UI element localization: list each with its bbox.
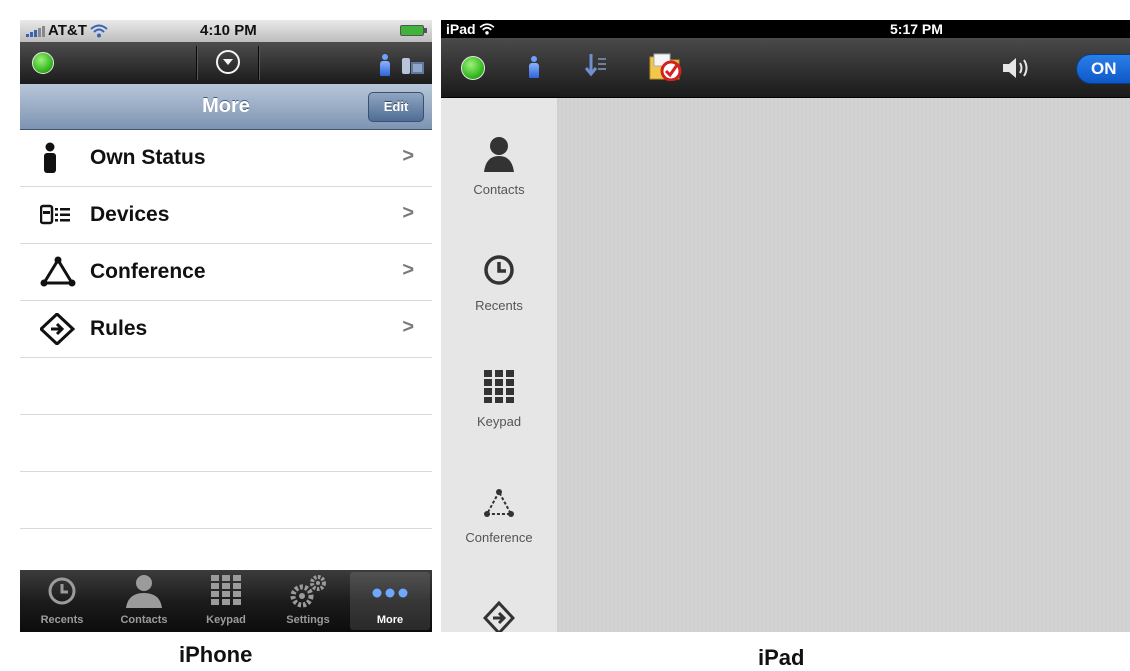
conference-icon [40, 256, 76, 287]
online-status-icon[interactable] [32, 52, 54, 74]
person-icon [44, 142, 56, 173]
tab-recents[interactable]: Recents [22, 572, 102, 630]
rules-icon [483, 600, 515, 632]
sidebar-item-conference[interactable]: Conference [441, 456, 557, 566]
menu-item-conference[interactable]: Conference > [20, 244, 432, 301]
chevron-right-icon: > [402, 145, 414, 167]
iphone-tab-bar: Recents Contacts Keypad Settings More [20, 570, 432, 632]
chevron-right-icon: > [402, 316, 414, 338]
tab-label: Recents [40, 614, 84, 626]
sidebar-item-keypad[interactable]: Keypad [441, 340, 557, 450]
rules-icon [40, 313, 76, 345]
dropdown-arrow-icon[interactable] [216, 50, 240, 74]
toolbar-divider [258, 46, 259, 80]
tab-keypad[interactable]: Keypad [186, 572, 266, 630]
tab-label: Keypad [206, 614, 246, 626]
person-icon [484, 137, 514, 172]
wifi-icon [90, 24, 108, 37]
iphone-screen: AT&T 4:10 PM More Edit Own Status > Devi… [20, 20, 432, 632]
online-status-icon[interactable] [461, 56, 485, 80]
devices-icon [40, 204, 70, 225]
person-icon [126, 575, 162, 608]
menu-item-label: Own Status [90, 146, 206, 169]
iphone-toolbar [20, 42, 432, 84]
wifi-icon [480, 23, 495, 35]
ipad-status-bar: iPad 5:17 PM [441, 20, 1130, 38]
clock-icon [484, 255, 514, 285]
ipad-sidebar: Contacts Recents Keypad Conference [441, 98, 557, 632]
sidebar-item-label: Recents [475, 298, 523, 313]
speaker-icon[interactable] [1001, 56, 1031, 80]
menu-item-label: Conference [90, 260, 206, 283]
ipad-caption: iPad [758, 645, 805, 670]
status-time: 4:10 PM [200, 22, 257, 39]
clock-icon [48, 577, 76, 605]
chevron-right-icon: > [402, 259, 414, 281]
empty-row [20, 529, 432, 570]
tab-label: More [376, 614, 404, 626]
iphone-status-bar: AT&T 4:10 PM [20, 20, 432, 42]
toolbar-divider [196, 46, 197, 80]
more-dots-icon [372, 588, 408, 598]
gears-icon [290, 575, 326, 608]
signal-icon [26, 25, 45, 37]
menu-item-rules[interactable]: Rules > [20, 301, 432, 358]
sidebar-item-recents[interactable]: Recents [441, 224, 557, 334]
contact-person-icon[interactable] [529, 56, 539, 78]
desk-phone-icon[interactable] [402, 56, 424, 74]
status-time: 5:17 PM [890, 21, 943, 37]
tab-more[interactable]: More [350, 572, 430, 630]
menu-item-own-status[interactable]: Own Status > [20, 130, 432, 187]
carrier-name: AT&T [48, 22, 87, 39]
folder-check-icon[interactable] [649, 51, 683, 81]
menu-item-label: Rules [90, 317, 148, 340]
chevron-right-icon: > [402, 202, 414, 224]
empty-row [20, 472, 432, 529]
on-toggle-switch[interactable]: ON [1076, 54, 1130, 84]
tab-contacts[interactable]: Contacts [104, 572, 184, 630]
sidebar-item-label: Keypad [476, 414, 522, 429]
battery-charging-icon [400, 25, 427, 36]
keypad-icon [211, 575, 241, 605]
sidebar-item-label: Contacts [473, 182, 525, 197]
iphone-navbar: More Edit [20, 84, 432, 130]
iphone-caption: iPhone [179, 642, 253, 667]
tab-label: Settings [286, 614, 330, 626]
conference-icon [484, 489, 514, 517]
sidebar-item-label: Conference [465, 530, 533, 545]
empty-row [20, 415, 432, 472]
sort-list-icon[interactable] [585, 54, 607, 78]
tab-label: Contacts [120, 614, 168, 626]
sidebar-item-rules[interactable] [441, 572, 557, 632]
ipad-toolbar: ON [441, 38, 1130, 98]
more-menu-list: Own Status > Devices > Conference > Rule… [20, 130, 432, 570]
carrier-indicator: AT&T [26, 22, 108, 39]
keypad-icon [484, 370, 514, 403]
device-name: iPad [446, 21, 495, 37]
menu-item-label: Devices [90, 203, 170, 226]
contact-person-icon[interactable] [380, 54, 390, 76]
ipad-screen: iPad 5:17 PM ON Contacts Recents Keypad … [441, 20, 1130, 632]
edit-button[interactable]: Edit [368, 92, 424, 122]
sidebar-item-contacts[interactable]: Contacts [441, 108, 557, 218]
ipad-content-area [557, 98, 1130, 632]
tab-settings[interactable]: Settings [268, 572, 348, 630]
menu-item-devices[interactable]: Devices > [20, 187, 432, 244]
empty-row [20, 358, 432, 415]
